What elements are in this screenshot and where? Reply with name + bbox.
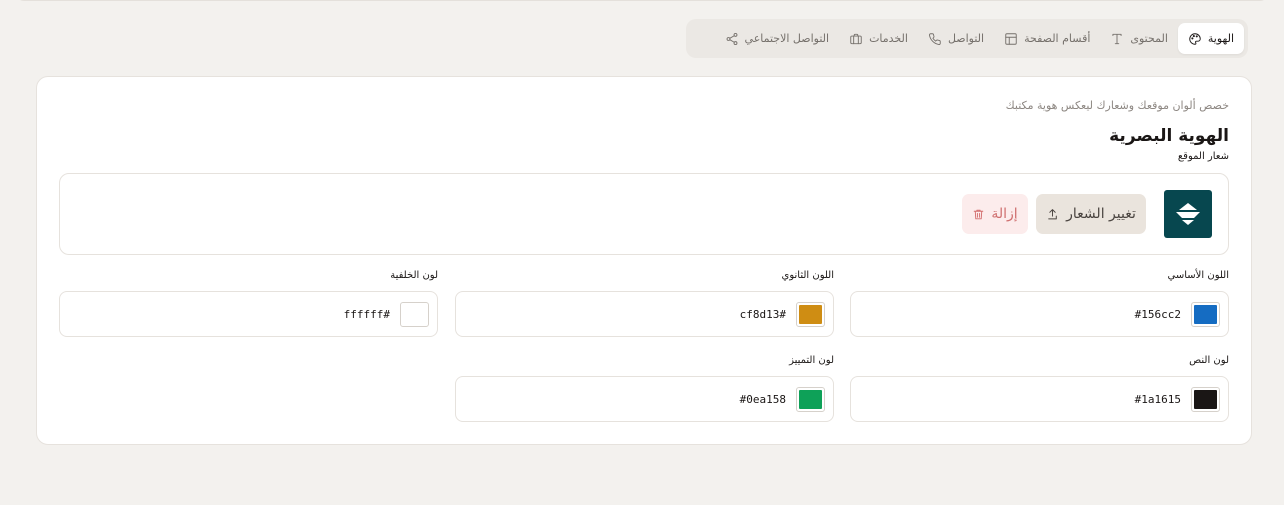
primary-color-label: اللون الأساسي [1167, 270, 1229, 281]
tab-page-sections[interactable]: أقسام الصفحة [994, 23, 1100, 54]
remove-logo-button[interactable]: إزالة [962, 194, 1028, 234]
logo-preview [1164, 190, 1212, 238]
secondary-color-field[interactable]: #cf8d13 [455, 291, 834, 337]
trash-icon [974, 209, 984, 219]
secondary-color-label: اللون الثانوي [781, 270, 835, 281]
text-color-label: لون النص [1189, 355, 1229, 366]
text-color-value[interactable]: #1a1615 [1135, 393, 1181, 406]
background-color-swatch[interactable] [400, 301, 429, 327]
tab-label: المحتوى [1130, 32, 1168, 45]
accent-color-value[interactable]: #0ea158 [740, 393, 786, 406]
visual-identity-card: خصص ألوان موقعك وشعارك ليعكس هوية مكتبك … [36, 76, 1252, 445]
phone-icon [928, 32, 942, 46]
tab-label: أقسام الصفحة [1024, 32, 1091, 45]
card-subtitle: خصص ألوان موقعك وشعارك ليعكس هوية مكتبك [1005, 99, 1229, 112]
logo-mark-icon [1176, 203, 1200, 225]
logo-label: شعار الموقع [1177, 151, 1229, 162]
tab-services[interactable]: الخدمات [839, 23, 918, 54]
primary-color-value[interactable]: #156cc2 [1135, 308, 1181, 321]
tab-label: الخدمات [869, 32, 908, 45]
settings-tabs: الهوية المحتوى أقسام الصفحة التواصل الخد… [686, 19, 1248, 58]
tab-social[interactable]: التواصل الاجتماعي [715, 23, 840, 54]
tab-label: التواصل [947, 32, 985, 45]
card-title: الهوية البصرية [1109, 126, 1229, 146]
tab-label: التواصل الاجتماعي [744, 32, 830, 45]
tab-contact[interactable]: التواصل [918, 23, 994, 54]
upload-icon [1048, 208, 1057, 219]
palette-icon [1188, 32, 1202, 46]
primary-color-swatch[interactable] [1191, 301, 1220, 327]
background-color-field[interactable]: #ffffff [59, 291, 438, 337]
share-icon [725, 32, 739, 46]
tab-label: الهوية [1207, 32, 1234, 45]
secondary-color-value[interactable]: #cf8d13 [740, 308, 786, 321]
type-icon [1110, 32, 1124, 46]
background-color-label: لون الخلفية [390, 270, 438, 281]
briefcase-icon [849, 32, 863, 46]
tab-content[interactable]: المحتوى [1100, 23, 1177, 54]
layout-icon [1004, 32, 1018, 46]
previous-panel-edge [16, 0, 1268, 1]
change-logo-label: تغيير الشعار [1066, 206, 1136, 222]
text-color-swatch[interactable] [1191, 386, 1220, 412]
accent-color-label: لون التمييز [789, 355, 834, 366]
accent-color-field[interactable]: #0ea158 [455, 376, 834, 422]
change-logo-button[interactable]: تغيير الشعار [1036, 194, 1146, 234]
tab-identity[interactable]: الهوية [1177, 23, 1244, 54]
logo-upload-box: تغيير الشعار إزالة [59, 173, 1229, 255]
accent-color-swatch[interactable] [796, 386, 825, 412]
secondary-color-swatch[interactable] [796, 301, 825, 327]
background-color-value[interactable]: #ffffff [344, 308, 390, 321]
primary-color-field[interactable]: #156cc2 [850, 291, 1229, 337]
remove-logo-label: إزالة [991, 206, 1018, 222]
text-color-field[interactable]: #1a1615 [850, 376, 1229, 422]
